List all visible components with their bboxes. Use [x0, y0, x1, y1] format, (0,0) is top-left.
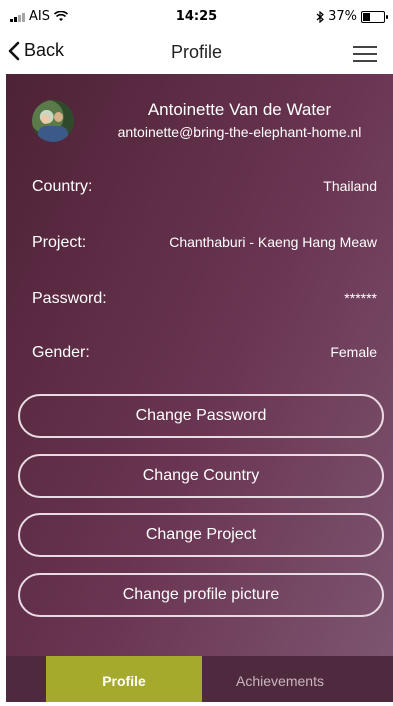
tab-achievements[interactable]: Achievements	[202, 656, 358, 702]
country-value: Thailand	[323, 178, 377, 194]
change-project-button[interactable]: Change Project	[18, 513, 384, 557]
navigation-bar: Back Profile	[0, 36, 393, 74]
project-label: Project:	[32, 234, 87, 251]
change-country-button[interactable]: Change Country	[18, 454, 384, 498]
project-row: Project: Chanthaburi - Kaeng Hang Meaw	[32, 232, 377, 256]
chevron-left-icon	[8, 41, 20, 60]
status-right: 37%	[316, 9, 388, 24]
back-button[interactable]: Back	[8, 40, 64, 61]
back-label: Back	[24, 40, 65, 60]
battery-icon	[361, 10, 388, 23]
tab-profile[interactable]: Profile	[46, 656, 202, 702]
status-bar: AIS 14:25 37%	[0, 0, 393, 36]
password-row: Password: ******	[32, 288, 377, 312]
profile-header: Antoinette Van de Water antoinette@bring…	[6, 96, 393, 152]
password-value: ******	[344, 290, 377, 306]
change-password-button[interactable]: Change Password	[18, 394, 384, 438]
profile-name: Antoinette Van de Water	[147, 100, 332, 119]
gender-row: Gender: Female	[32, 342, 377, 366]
menu-icon[interactable]	[353, 46, 377, 62]
change-profile-picture-button[interactable]: Change profile picture	[18, 573, 384, 617]
avatar	[32, 100, 74, 142]
battery-percent: 37%	[328, 9, 357, 24]
country-row: Country: Thailand	[32, 176, 377, 200]
gender-label: Gender:	[32, 344, 90, 361]
profile-panel: Antoinette Van de Water antoinette@bring…	[6, 74, 393, 656]
profile-email: antoinette@bring-the-elephant-home.nl	[117, 124, 362, 140]
bluetooth-icon	[316, 10, 325, 23]
tab-bar: Profile Achievements	[6, 656, 393, 702]
country-label: Country:	[32, 178, 93, 195]
gender-value: Female	[330, 344, 377, 360]
project-value: Chanthaburi - Kaeng Hang Meaw	[169, 234, 377, 250]
password-label: Password:	[32, 290, 107, 307]
